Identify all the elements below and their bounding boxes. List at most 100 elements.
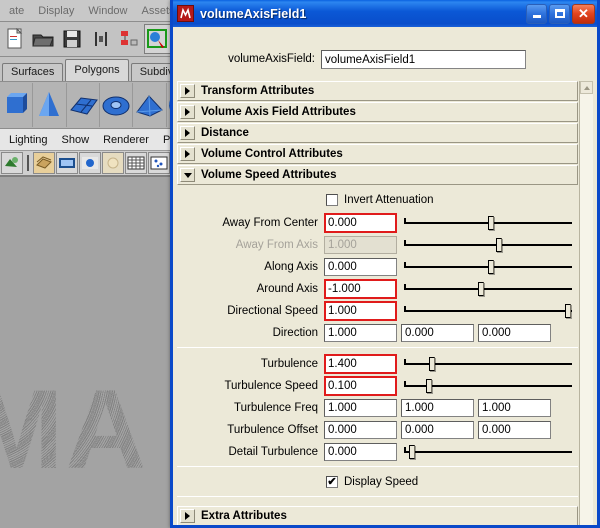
volume-axis-field-window: volumeAxisField1 ✕ volumeAxisField: volu… <box>170 0 600 528</box>
slider-track <box>404 450 572 453</box>
attribute-scrollbar[interactable] <box>579 81 593 525</box>
shelf-tab-surfaces[interactable]: Surfaces <box>2 63 64 81</box>
slider-handle[interactable] <box>429 356 436 371</box>
away-from-center-input[interactable]: 0.000 <box>324 212 397 233</box>
maximize-button[interactable] <box>549 3 570 24</box>
invert-attenuation-label: Invert Attenuation <box>344 194 434 206</box>
expand-toggle-volume-axis-field[interactable] <box>180 105 195 119</box>
turbulence-speed-slider[interactable] <box>404 377 572 395</box>
slider-handle[interactable] <box>409 444 416 459</box>
section-extra-attributes[interactable]: Extra Attributes <box>177 506 578 525</box>
chevron-right-icon <box>185 150 190 158</box>
menu-item-window[interactable]: Window <box>81 5 134 17</box>
detail-turbulence-slider[interactable] <box>404 443 572 461</box>
expand-toggle-distance[interactable] <box>180 126 195 140</box>
slider-track <box>404 309 572 312</box>
slider-handle[interactable] <box>425 378 432 393</box>
turbulence-speed-input[interactable]: 0.100 <box>324 375 397 396</box>
display-speed-label: Display Speed <box>344 476 419 488</box>
slider-handle[interactable] <box>565 303 572 318</box>
away-from-center-slider[interactable] <box>404 214 572 232</box>
display-speed-checkbox[interactable]: ✔ <box>326 476 338 488</box>
poly-pyramid-icon[interactable] <box>133 83 167 127</box>
slider-handle[interactable] <box>488 215 494 230</box>
slider-handle[interactable] <box>488 259 494 274</box>
render-view-icon[interactable] <box>143 24 172 54</box>
smooth-shade-icon[interactable] <box>79 152 101 174</box>
panel-menu-lighting[interactable]: Lighting <box>2 134 55 146</box>
directional-speed-input[interactable]: 1.000 <box>324 300 397 321</box>
attr-row-away-from-center: Away From Center 0.000 <box>177 212 578 233</box>
turbulence-offset-z-input[interactable]: 0.000 <box>478 420 551 439</box>
xray-grid-icon[interactable] <box>125 152 147 174</box>
shaded-display-icon[interactable] <box>33 152 55 174</box>
close-icon: ✕ <box>578 6 589 21</box>
attr-label: Detail Turbulence <box>228 445 319 458</box>
directional-speed-slider[interactable] <box>404 302 572 320</box>
dialog-body: volumeAxisField: volumeAxisField1 Transf… <box>173 27 597 525</box>
new-scene-icon[interactable] <box>1 24 29 54</box>
along-axis-input[interactable]: 0.000 <box>324 257 397 276</box>
attribute-list: Transform Attributes Volume Axis Field A… <box>177 81 579 525</box>
particles-display-icon[interactable] <box>148 152 170 174</box>
section-volume-axis-field-attributes[interactable]: Volume Axis Field Attributes <box>177 102 578 122</box>
turbulence-freq-x-input[interactable]: 1.000 <box>324 398 397 417</box>
snap-icon[interactable] <box>87 24 115 54</box>
slider-handle <box>496 237 503 252</box>
menu-item-display[interactable]: Display <box>31 5 81 17</box>
attr-label: Directional Speed <box>227 304 318 317</box>
chevron-down-icon <box>183 172 192 178</box>
section-volume-speed-attributes[interactable]: Volume Speed Attributes <box>177 165 578 185</box>
turbulence-slider[interactable] <box>404 355 572 373</box>
section-title: Extra Attributes <box>201 510 287 522</box>
node-name-input[interactable]: volumeAxisField1 <box>321 49 526 69</box>
expand-toggle-extra-attributes[interactable] <box>180 509 195 523</box>
turbulence-input[interactable]: 1.400 <box>324 353 397 374</box>
around-axis-input[interactable]: -1.000 <box>324 278 397 299</box>
expand-toggle-volume-control[interactable] <box>180 147 195 161</box>
turbulence-offset-x-input[interactable]: 0.000 <box>324 420 397 439</box>
save-scene-icon[interactable] <box>58 24 86 54</box>
panel-menu-show[interactable]: Show <box>55 134 97 146</box>
slider-handle[interactable] <box>477 281 484 296</box>
window-titlebar[interactable]: volumeAxisField1 ✕ <box>173 0 597 27</box>
panel-menu-renderer[interactable]: Renderer <box>96 134 156 146</box>
around-axis-slider[interactable] <box>404 280 572 298</box>
scroll-up-button[interactable] <box>580 81 593 94</box>
window-title: volumeAxisField1 <box>200 6 307 21</box>
section-distance[interactable]: Distance <box>177 123 578 143</box>
shelf-tab-polygons[interactable]: Polygons <box>65 59 129 81</box>
direction-z-input[interactable]: 0.000 <box>478 323 551 342</box>
turbulence-freq-y-input[interactable]: 1.000 <box>401 398 474 417</box>
chevron-right-icon <box>185 108 190 116</box>
texture-icon[interactable] <box>102 152 124 174</box>
turbulence-offset-y-input[interactable]: 0.000 <box>401 420 474 439</box>
poly-torus-icon[interactable] <box>100 83 134 127</box>
turbulence-freq-z-input[interactable]: 1.000 <box>478 398 551 417</box>
along-axis-slider[interactable] <box>404 258 572 276</box>
section-transform-attributes[interactable]: Transform Attributes <box>177 81 578 101</box>
wireframe-icon[interactable] <box>56 152 78 174</box>
collapse-toggle-volume-speed[interactable] <box>180 168 195 182</box>
expand-toggle-transform[interactable] <box>180 84 195 98</box>
poly-plane-icon[interactable] <box>67 83 100 127</box>
menu-item-ate[interactable]: ate <box>2 5 31 17</box>
minimize-button[interactable] <box>526 3 547 24</box>
scrollbar-track[interactable] <box>580 94 593 525</box>
attr-label: Away From Center <box>222 216 318 229</box>
hypergraph-icon[interactable] <box>115 24 143 54</box>
attr-row-around-axis: Around Axis -1.000 <box>177 278 578 299</box>
direction-y-input[interactable]: 0.000 <box>401 323 474 342</box>
invert-attenuation-checkbox[interactable] <box>326 194 338 206</box>
open-scene-icon[interactable] <box>30 24 58 54</box>
close-button[interactable]: ✕ <box>572 3 595 24</box>
detail-turbulence-input[interactable]: 0.000 <box>324 442 397 461</box>
poly-cube-icon[interactable] <box>0 83 34 127</box>
section-volume-control-attributes[interactable]: Volume Control Attributes <box>177 144 578 164</box>
poly-cone-icon[interactable] <box>33 83 67 127</box>
camera-icon[interactable] <box>1 152 23 174</box>
display-speed-row: ✔ Display Speed <box>177 472 578 492</box>
attr-row-direction: Direction 1.000 0.000 0.000 <box>177 322 578 343</box>
direction-x-input[interactable]: 1.000 <box>324 323 397 342</box>
section-divider-3 <box>177 496 578 497</box>
